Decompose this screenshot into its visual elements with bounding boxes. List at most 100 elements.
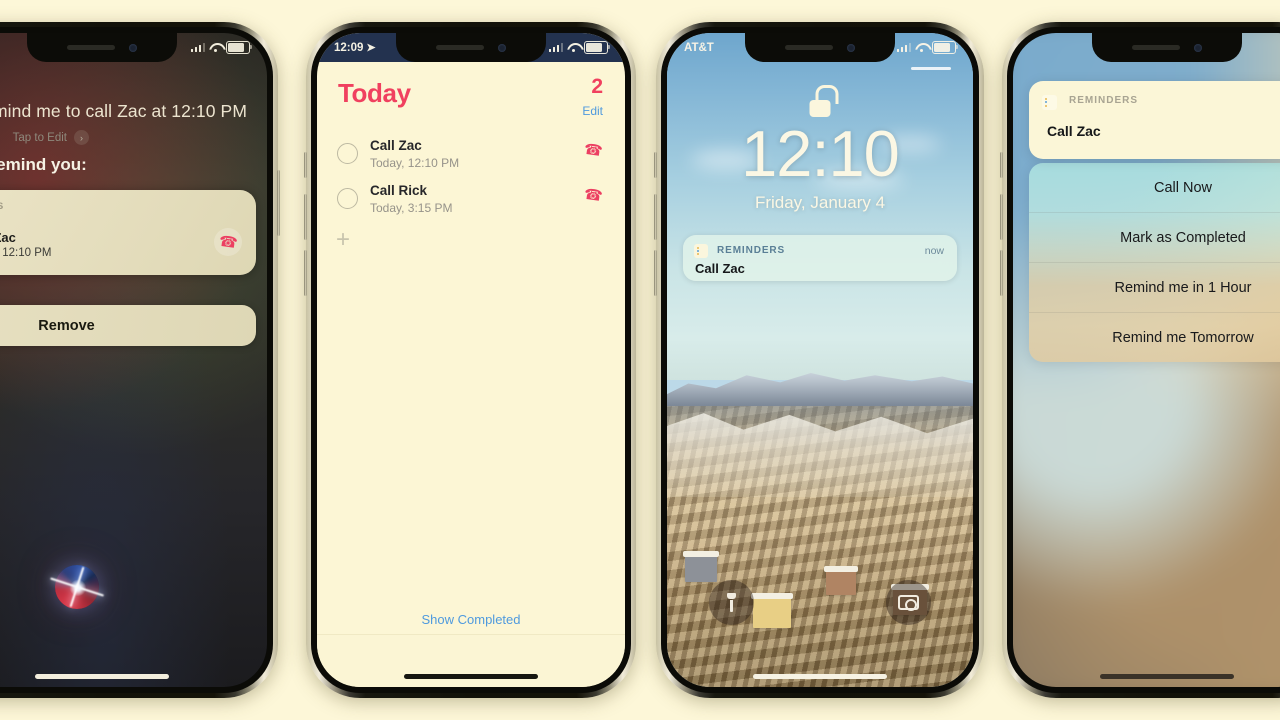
status-bar-right bbox=[190, 41, 253, 54]
earpiece-speaker bbox=[436, 45, 484, 50]
volume-down-button[interactable] bbox=[1000, 250, 1003, 296]
phone-icon: ☎ bbox=[583, 140, 605, 161]
earpiece-speaker bbox=[67, 45, 115, 50]
list-item[interactable]: Call Zac Today, 12:10 PM ☎ bbox=[317, 137, 625, 182]
siri-card-app-name: REMINDERS bbox=[0, 201, 5, 212]
home-indicator[interactable] bbox=[753, 674, 887, 679]
battery-icon bbox=[584, 41, 611, 54]
lockscreen-clock: 12:10 bbox=[741, 117, 900, 190]
front-camera-icon bbox=[498, 43, 506, 52]
action-remind-tomorrow[interactable]: Remind me Tomorrow bbox=[1029, 313, 1280, 362]
notch bbox=[1092, 33, 1242, 62]
notification-app-name: REMINDERS bbox=[1069, 95, 1139, 106]
reminder-due: Today, 12:10 PM bbox=[370, 156, 460, 170]
bottom-tray bbox=[317, 634, 625, 687]
flashlight-icon bbox=[727, 593, 736, 612]
earpiece-speaker bbox=[1132, 45, 1180, 50]
siri-response-text: OK, I’ll remind you: bbox=[0, 155, 87, 174]
control-center-handle[interactable] bbox=[911, 67, 951, 70]
power-button[interactable] bbox=[277, 170, 280, 236]
status-bar-left: AT&T bbox=[684, 42, 714, 54]
expanded-notification[interactable]: REMINDERS Call Zac bbox=[1029, 81, 1280, 159]
page-title: Today bbox=[338, 78, 411, 108]
reminder-title: Call Rick bbox=[370, 183, 428, 198]
notch bbox=[745, 33, 895, 62]
volume-down-button[interactable] bbox=[304, 250, 307, 296]
mute-switch[interactable] bbox=[304, 152, 307, 178]
volume-up-button[interactable] bbox=[1000, 194, 1003, 240]
wifi-icon bbox=[209, 43, 222, 53]
notification-body: Call Zac bbox=[1047, 123, 1101, 139]
siri-user-query: Remind me to call Zac at 12:10 PM bbox=[0, 101, 247, 121]
call-button[interactable]: ☎ bbox=[583, 140, 605, 161]
call-button[interactable]: ☎ bbox=[214, 228, 242, 256]
front-camera-icon bbox=[1194, 43, 1202, 52]
reminder-checkbox[interactable] bbox=[337, 188, 358, 209]
lockscreen-screen: AT&T 12:10 Friday, January 4 REMINDERS n… bbox=[667, 33, 973, 687]
chevron-right-icon: › bbox=[74, 130, 89, 145]
front-camera-icon bbox=[847, 43, 855, 52]
cellular-signal-icon bbox=[548, 43, 563, 52]
phone-device-reminders: 12:09 ➤ Today 2 Edit Call Zac Today, 12:… bbox=[304, 22, 636, 698]
reminders-app-icon bbox=[1042, 95, 1057, 110]
reminder-due: Today, 3:15 PM bbox=[370, 201, 453, 215]
phone-device-lockscreen: AT&T 12:10 Friday, January 4 REMINDERS n… bbox=[654, 22, 984, 698]
notch bbox=[27, 33, 177, 62]
notch bbox=[396, 33, 546, 62]
edit-button[interactable]: Edit bbox=[582, 104, 603, 118]
carrier-label: AT&T bbox=[684, 41, 714, 54]
unlock-icon bbox=[808, 85, 839, 117]
location-arrow-icon: ➤ bbox=[366, 42, 376, 54]
camera-button[interactable] bbox=[886, 580, 931, 625]
call-button[interactable]: ☎ bbox=[583, 185, 605, 206]
notification-body: Call Zac bbox=[695, 261, 745, 276]
home-indicator[interactable] bbox=[35, 674, 169, 679]
battery-icon bbox=[932, 41, 959, 54]
screenshot-canvas: 12:09 ➤ Remind me to call Zac at 12:10 P… bbox=[0, 0, 1280, 720]
reminders-app-icon bbox=[694, 244, 708, 258]
mute-switch[interactable] bbox=[1000, 152, 1003, 178]
cellular-signal-icon bbox=[896, 43, 911, 52]
siri-orb-icon[interactable] bbox=[55, 565, 99, 609]
add-reminder-button[interactable]: + bbox=[336, 228, 350, 252]
action-remind-in-1-hour[interactable]: Remind me in 1 Hour bbox=[1029, 263, 1280, 313]
cellular-signal-icon bbox=[190, 43, 205, 52]
mute-switch[interactable] bbox=[654, 152, 657, 178]
action-mark-as-completed[interactable]: Mark as Completed bbox=[1029, 213, 1280, 263]
home-indicator[interactable] bbox=[404, 674, 538, 679]
home-indicator[interactable] bbox=[1100, 674, 1234, 679]
siri-reminder-card[interactable]: REMINDERS Call Zac Today, 12:10 PM ☎ bbox=[0, 190, 256, 275]
lockscreen-date: Friday, January 4 bbox=[754, 193, 886, 212]
status-bar-right bbox=[548, 41, 611, 54]
actions-screen: ✕ REMINDERS Call Zac Call Now Mark as Co… bbox=[1013, 33, 1280, 687]
siri-screen: 12:09 ➤ Remind me to call Zac at 12:10 P… bbox=[0, 33, 267, 687]
remove-button[interactable]: Remove bbox=[0, 305, 256, 346]
status-bar-left: 12:09 ➤ bbox=[334, 41, 376, 55]
volume-down-button[interactable] bbox=[654, 250, 657, 296]
volume-up-button[interactable] bbox=[304, 194, 307, 240]
notification-timestamp: now bbox=[924, 245, 944, 257]
camera-icon bbox=[898, 595, 919, 611]
reminders-header: Today 2 Edit bbox=[317, 74, 625, 132]
reminders-screen: 12:09 ➤ Today 2 Edit Call Zac Today, 12:… bbox=[317, 33, 625, 687]
show-completed-button[interactable]: Show Completed bbox=[317, 612, 625, 627]
volume-up-button[interactable] bbox=[654, 194, 657, 240]
phone-icon: ☎ bbox=[583, 185, 605, 206]
front-camera-icon bbox=[129, 43, 137, 52]
battery-icon bbox=[226, 41, 253, 54]
notification-app-name: REMINDERS bbox=[717, 245, 786, 256]
lock-body bbox=[809, 100, 831, 117]
phone-device-siri: 12:09 ➤ Remind me to call Zac at 12:10 P… bbox=[0, 22, 280, 698]
reminder-checkbox[interactable] bbox=[337, 143, 358, 164]
notification-banner[interactable]: REMINDERS now Call Zac bbox=[683, 235, 957, 281]
status-time: 12:09 bbox=[334, 41, 364, 54]
reminder-count-badge: 2 bbox=[591, 75, 603, 98]
siri-tap-to-edit[interactable]: Tap to Edit › bbox=[0, 130, 89, 145]
list-item[interactable]: Call Rick Today, 3:15 PM ☎ bbox=[317, 182, 625, 227]
tap-to-edit-label: Tap to Edit bbox=[12, 131, 67, 144]
wifi-icon bbox=[567, 43, 580, 53]
flashlight-button[interactable] bbox=[709, 580, 754, 625]
status-bar-right bbox=[896, 41, 959, 54]
action-call-now[interactable]: Call Now bbox=[1029, 163, 1280, 213]
notification-action-menu: Call Now Mark as Completed Remind me in … bbox=[1029, 163, 1280, 362]
